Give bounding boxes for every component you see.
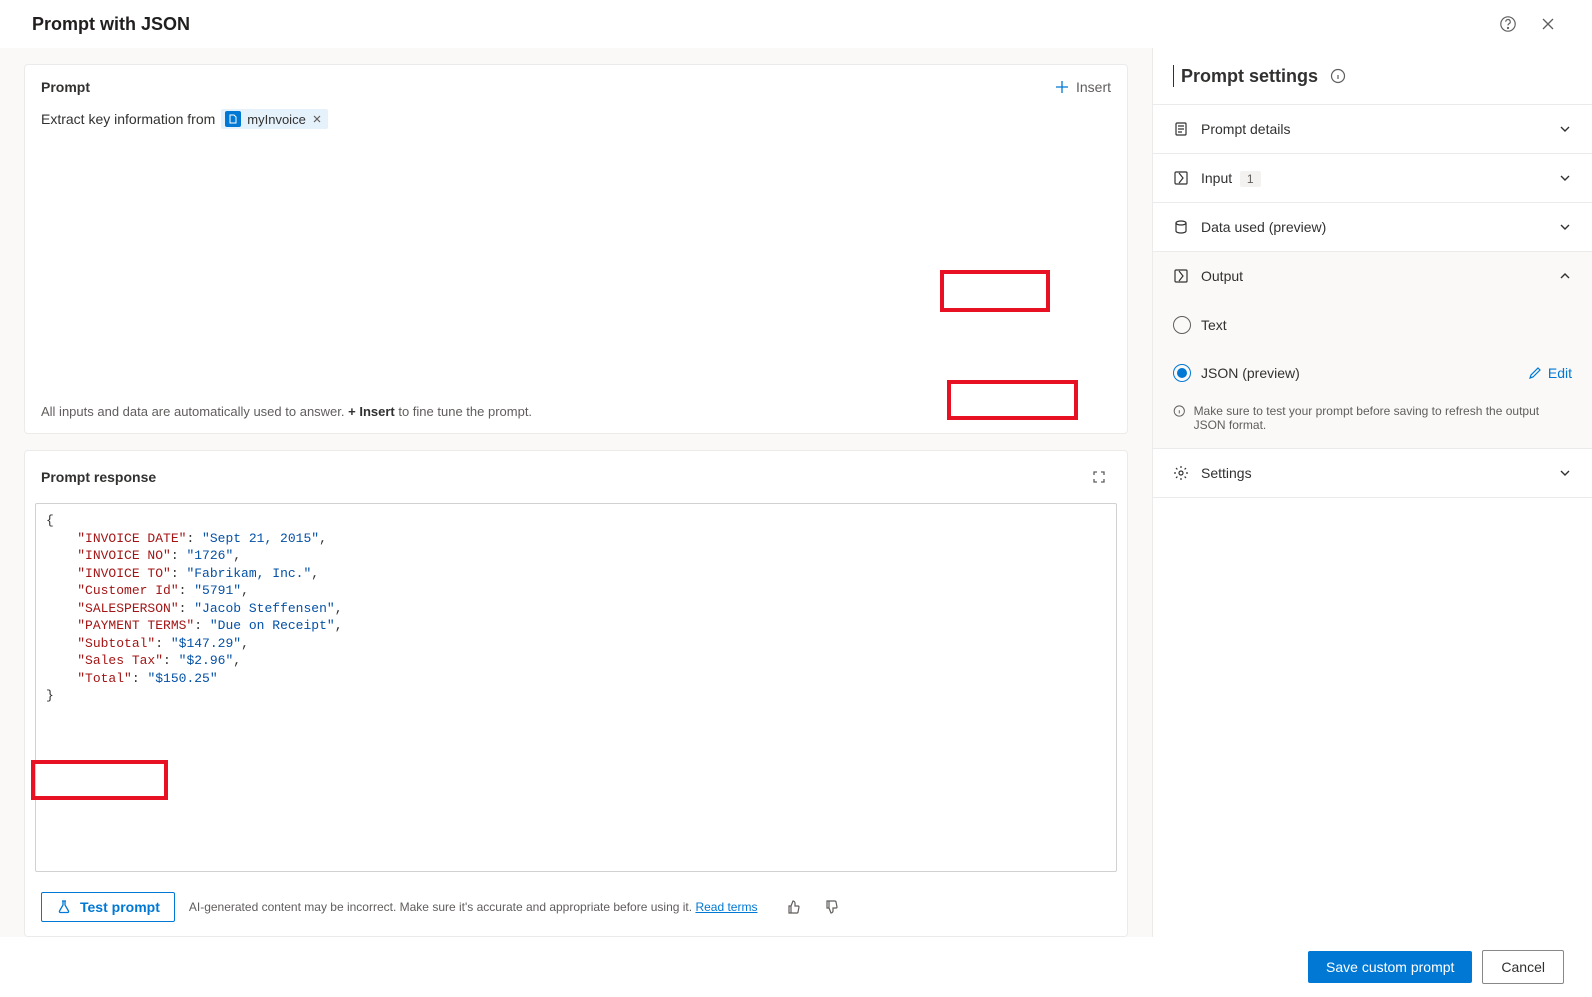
details-icon (1173, 121, 1189, 137)
read-terms-link[interactable]: Read terms (695, 900, 757, 914)
chip-label: myInvoice (247, 112, 306, 127)
thumbs-up-icon[interactable] (781, 895, 805, 919)
chevron-down-icon (1558, 220, 1572, 234)
left-column: Prompt Insert Extract key information fr… (0, 48, 1152, 937)
chevron-down-icon (1558, 122, 1572, 136)
accordion-output[interactable]: Output Text JSON (preview) Edit (1153, 251, 1592, 448)
expand-icon[interactable] (1087, 465, 1111, 489)
test-prompt-button[interactable]: Test prompt (41, 892, 175, 922)
prompt-text: Extract key information from (41, 111, 215, 127)
dialog-title: Prompt with JSON (32, 14, 190, 35)
accordion-input[interactable]: Input 1 (1153, 153, 1592, 202)
response-footer: Test prompt AI-generated content may be … (25, 882, 1127, 936)
settings-header: Prompt settings (1153, 48, 1592, 104)
insert-label: Insert (1076, 79, 1111, 95)
response-card-head: Prompt response (25, 451, 1127, 503)
dialog-header: Prompt with JSON (0, 0, 1592, 48)
prompt-footer: All inputs and data are automatically us… (25, 390, 1127, 433)
dialog-footer: Save custom prompt Cancel (0, 937, 1592, 997)
chevron-down-icon (1558, 171, 1572, 185)
output-body: Text JSON (preview) Edit Make sure to te… (1153, 300, 1592, 448)
info-icon (1173, 404, 1186, 418)
input-count-badge: 1 (1240, 171, 1261, 187)
input-chip[interactable]: myInvoice (221, 109, 328, 129)
json-output[interactable]: { "INVOICE DATE": "Sept 21, 2015", "INVO… (35, 503, 1117, 872)
accordion-prompt-details[interactable]: Prompt details (1153, 104, 1592, 153)
output-info: Make sure to test your prompt before sav… (1173, 404, 1572, 432)
main-layout: Prompt Insert Extract key information fr… (0, 48, 1592, 937)
radio-checked-icon (1173, 364, 1191, 382)
settings-title: Prompt settings (1181, 66, 1318, 87)
output-json-radio[interactable]: JSON (preview) Edit (1173, 356, 1572, 390)
response-card-title: Prompt response (41, 469, 156, 485)
header-actions (1496, 12, 1560, 36)
info-icon[interactable] (1326, 64, 1350, 88)
pencil-icon (1528, 366, 1542, 380)
thumbs-down-icon[interactable] (819, 895, 843, 919)
prompt-card-head: Prompt Insert (25, 65, 1127, 109)
output-icon (1173, 268, 1189, 284)
close-icon[interactable] (1536, 12, 1560, 36)
cancel-button[interactable]: Cancel (1482, 950, 1564, 984)
output-text-radio[interactable]: Text (1173, 308, 1572, 342)
accordion-data-used[interactable]: Data used (preview) (1153, 202, 1592, 251)
settings-panel: Prompt settings Prompt details Input 1 (1152, 48, 1592, 937)
accordion-settings[interactable]: Settings (1153, 448, 1592, 498)
database-icon (1173, 219, 1189, 235)
radio-unchecked-icon (1173, 316, 1191, 334)
test-prompt-label: Test prompt (80, 899, 160, 915)
edit-button[interactable]: Edit (1528, 365, 1572, 381)
prompt-editor[interactable]: Extract key information from myInvoice (25, 109, 1127, 129)
chip-remove-icon[interactable] (312, 114, 322, 124)
input-icon (1173, 170, 1189, 186)
prompt-card-title: Prompt (41, 79, 90, 95)
help-icon[interactable] (1496, 12, 1520, 36)
feedback-buttons (781, 895, 843, 919)
chevron-down-icon (1558, 466, 1572, 480)
chip-file-icon (225, 111, 241, 127)
insert-button[interactable]: Insert (1054, 79, 1111, 95)
disclaimer-text: AI-generated content may be incorrect. M… (189, 900, 758, 914)
prompt-card: Prompt Insert Extract key information fr… (24, 64, 1128, 434)
save-button[interactable]: Save custom prompt (1308, 951, 1472, 983)
response-card: Prompt response { "INVOICE DATE": "Sept … (24, 450, 1128, 937)
chevron-up-icon (1558, 269, 1572, 283)
gear-icon (1173, 465, 1189, 481)
text-cursor (1173, 65, 1174, 87)
